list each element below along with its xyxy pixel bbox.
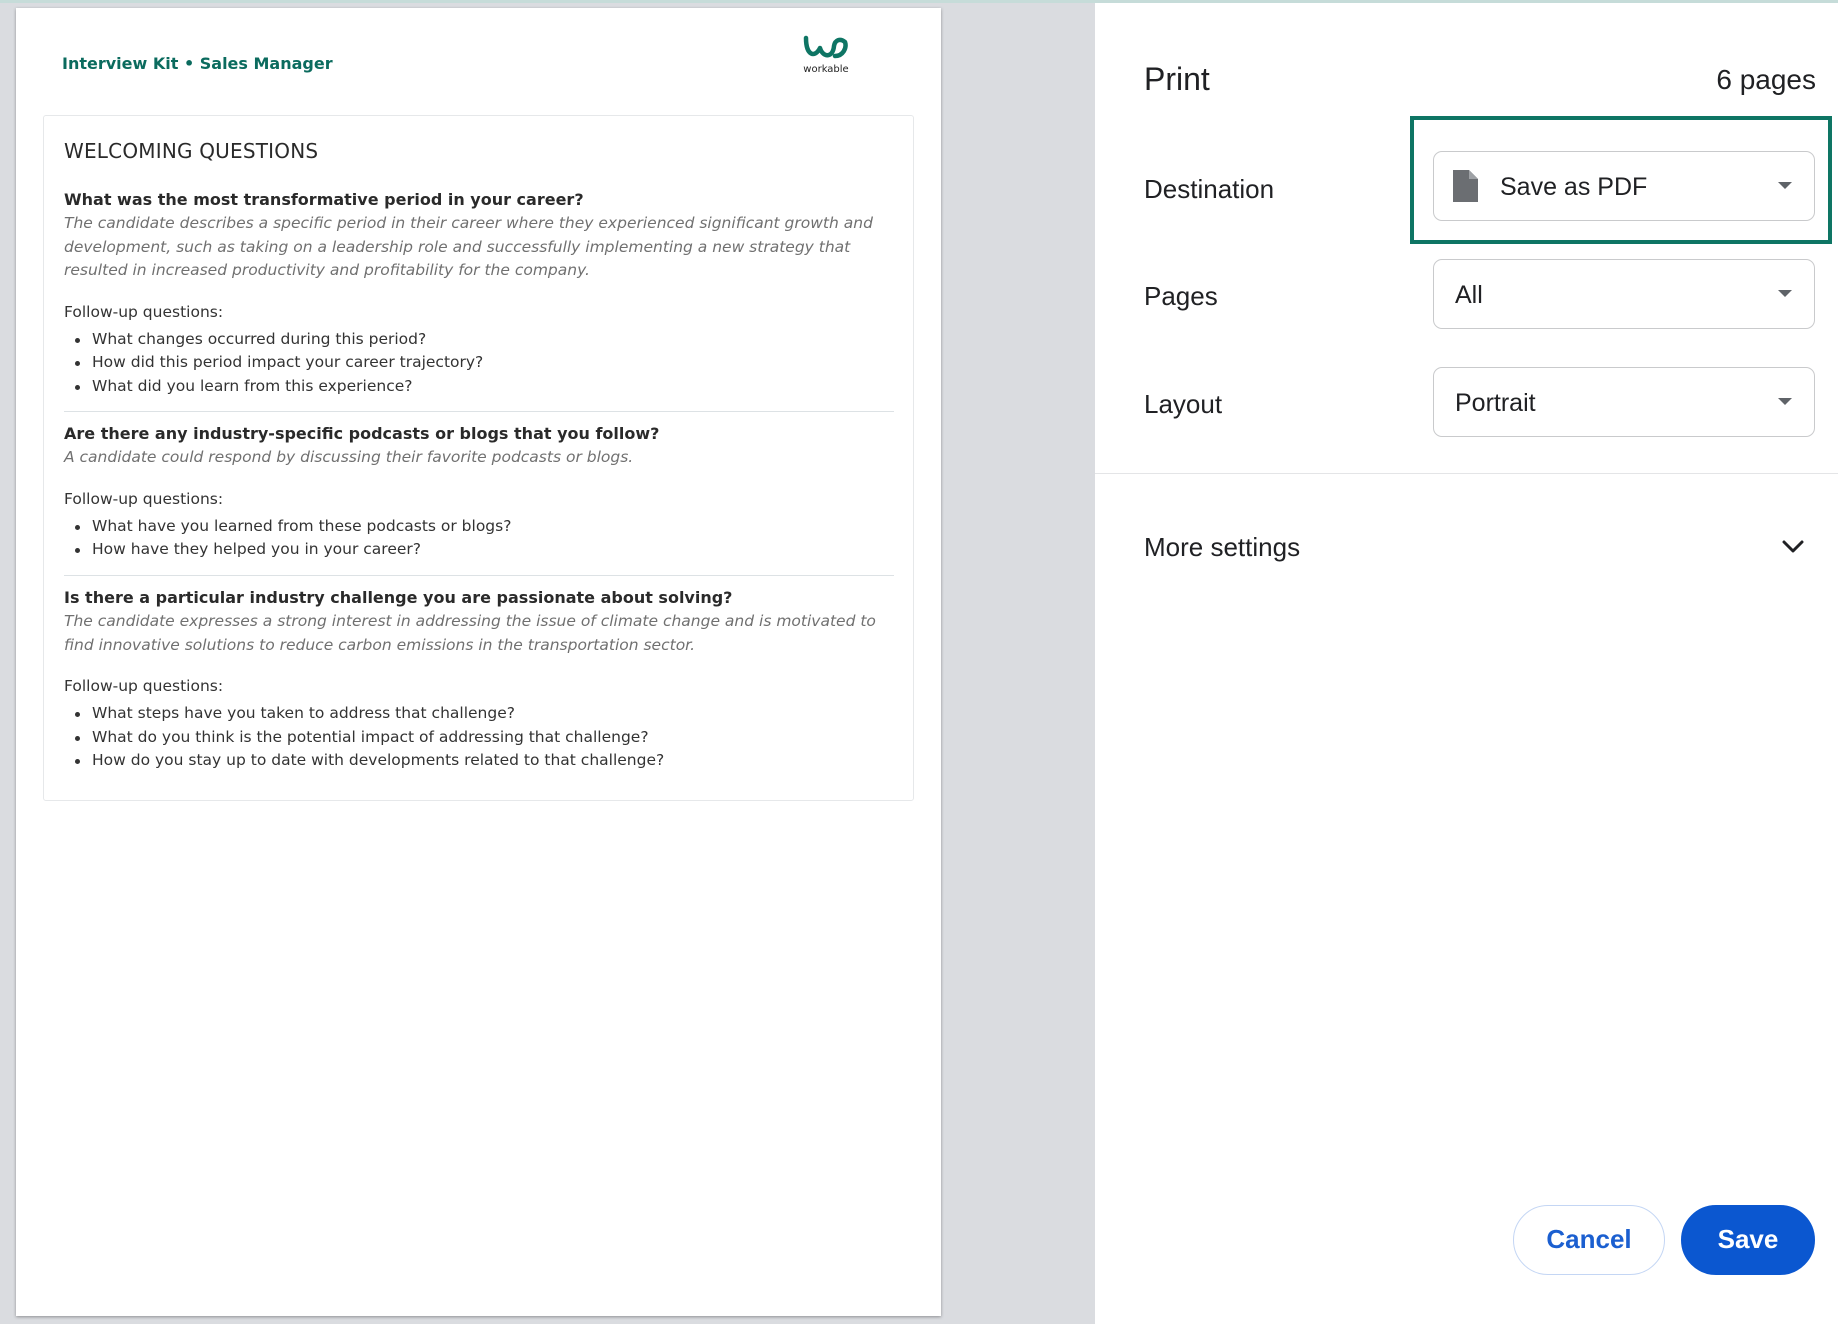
preview-page: Interview Kit • Sales Manager workable W… (16, 8, 941, 1316)
layout-select[interactable]: Portrait (1433, 367, 1815, 437)
question-text: What was the most transformative period … (64, 190, 584, 209)
file-icon (1451, 169, 1479, 208)
page-count: 6 pages (1716, 64, 1816, 95)
followup-item: What do you think is the potential impac… (64, 726, 894, 750)
print-preview-area[interactable]: Interview Kit • Sales Manager workable W… (0, 3, 1095, 1324)
question-text: Is there a particular industry challenge… (64, 588, 733, 607)
layout-value: Portrait (1455, 389, 1536, 417)
logo-text: workable (803, 64, 849, 75)
followup-list: What changes occurred during this period… (64, 328, 894, 399)
question-block: What was the most transformative period … (64, 189, 894, 398)
followup-label: Follow-up questions: (64, 677, 224, 695)
question-block: Are there any industry-specific podcasts… (64, 423, 894, 562)
followup-item: What did you learn from this experience? (64, 375, 894, 399)
question-divider (64, 411, 894, 412)
save-button[interactable]: Save (1681, 1205, 1815, 1275)
followup-item: What changes occurred during this period… (64, 328, 894, 352)
followup-item: What have you learned from these podcast… (64, 515, 894, 539)
followup-item: What steps have you taken to address tha… (64, 702, 894, 726)
questions-card: WELCOMING QUESTIONS What was the most tr… (43, 115, 914, 801)
followup-label: Follow-up questions: (64, 302, 224, 321)
destination-value: Save as PDF (1500, 173, 1648, 201)
pages-value: All (1455, 281, 1483, 309)
followup-item: How have they helped you in your career? (64, 538, 894, 562)
dropdown-arrow-icon (1778, 290, 1792, 297)
question-text: Are there any industry-specific podcasts… (64, 424, 660, 443)
question-description: The candidate describes a specific perio… (64, 214, 873, 279)
followup-label: Follow-up questions: (64, 489, 224, 508)
destination-select[interactable]: Save as PDF (1433, 151, 1815, 221)
question-block: Is there a particular industry challenge… (64, 587, 894, 773)
settings-divider (1095, 473, 1838, 474)
print-title: Print (1144, 61, 1210, 97)
question-description: A candidate could respond by discussing … (64, 448, 634, 466)
document-header: Interview Kit • Sales Manager (62, 54, 333, 73)
cancel-button[interactable]: Cancel (1513, 1205, 1665, 1275)
workable-logo-icon (803, 35, 848, 59)
dropdown-arrow-icon (1778, 182, 1792, 189)
more-settings-toggle[interactable]: More settings (1144, 532, 1300, 563)
dropdown-arrow-icon (1778, 398, 1792, 405)
question-divider (64, 575, 894, 576)
followup-list: What have you learned from these podcast… (64, 515, 894, 562)
pages-label: Pages (1144, 281, 1218, 311)
pages-select[interactable]: All (1433, 259, 1815, 329)
workable-logo: workable (786, 34, 866, 75)
section-title: WELCOMING QUESTIONS (64, 139, 319, 163)
followup-list: What steps have you taken to address tha… (64, 702, 894, 773)
chevron-down-icon[interactable] (1782, 540, 1804, 559)
question-description: The candidate expresses a strong interes… (64, 612, 876, 654)
followup-item: How did this period impact your career t… (64, 351, 894, 375)
followup-item: How do you stay up to date with developm… (64, 749, 894, 773)
layout-label: Layout (1144, 389, 1223, 419)
destination-label: Destination (1144, 174, 1275, 204)
print-settings-panel: Print 6 pages Destination Save as PDF Pa… (1095, 3, 1838, 1324)
